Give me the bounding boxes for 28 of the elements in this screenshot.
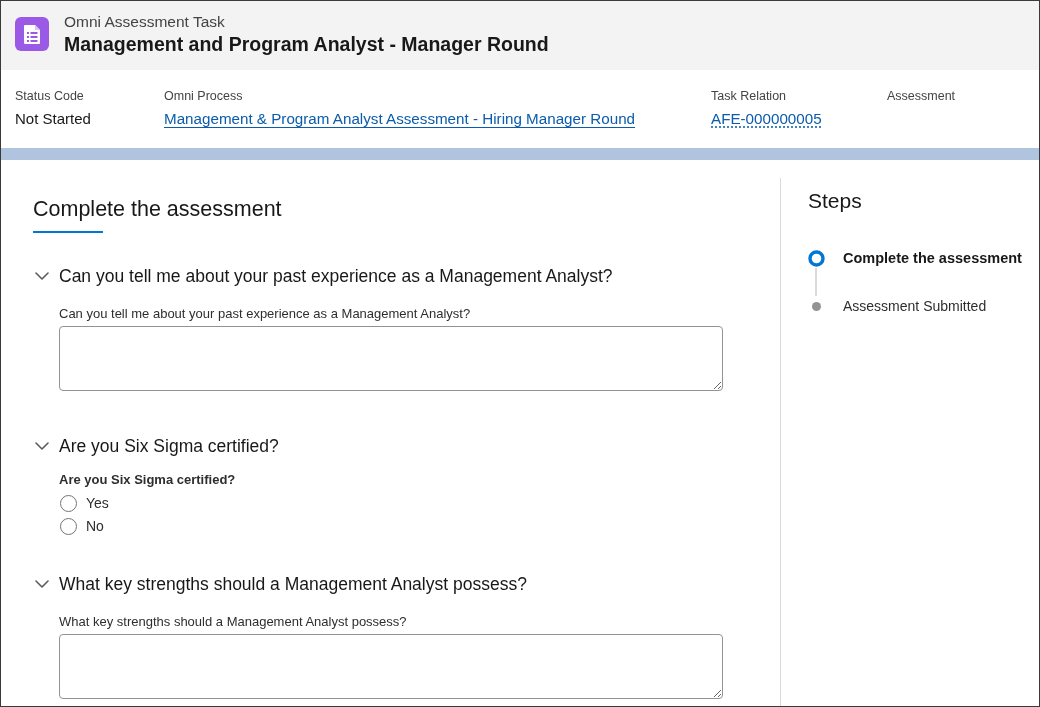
step-label: Complete the assessment — [843, 249, 1022, 268]
process-link[interactable]: Management & Program Analyst Assessment - Hiring Manager Round — [164, 109, 636, 129]
radio-circle-icon[interactable] — [60, 517, 77, 535]
section-toggle[interactable]: What key strengths should a Management Analyst possess? — [33, 571, 527, 596]
record-title: Management and Program Analyst - Manager Round — [64, 31, 549, 56]
question-label: Can you tell me about your past experience as a Management Analyst? — [59, 305, 472, 322]
step-label: Assessment Submitted — [843, 297, 987, 316]
radio-option[interactable]: No — [59, 514, 104, 538]
question-label: What key strengths should a Management Analyst possess? — [59, 613, 408, 630]
field-label: Task Relation — [711, 88, 788, 104]
answer-field[interactable] — [59, 325, 723, 391]
assessment-title: Complete the assessment — [33, 196, 283, 222]
object-type-label: Omni Assessment Task — [64, 12, 226, 31]
question-label: Are you Six Sigma certified? — [59, 471, 237, 488]
document-list-icon — [15, 17, 49, 51]
field-value: Not Started — [15, 109, 92, 129]
field-label: Omni Process — [164, 88, 244, 104]
section-toggle[interactable]: Are you Six Sigma certified? — [33, 433, 279, 458]
radio-option[interactable]: Yes — [59, 491, 109, 515]
record-link[interactable]: AFE-000000005 — [711, 109, 822, 129]
radio-circle-icon[interactable] — [60, 494, 77, 512]
title-underline — [33, 231, 103, 233]
answer-field[interactable] — [59, 633, 723, 699]
steps-title: Steps — [808, 188, 863, 214]
step-connector-line — [815, 268, 817, 296]
section-toggle[interactable]: Can you tell me about your past experience as a Management Analyst? — [33, 263, 613, 288]
field-label: Status Code — [15, 88, 85, 104]
field-label: Assessment — [887, 88, 957, 104]
